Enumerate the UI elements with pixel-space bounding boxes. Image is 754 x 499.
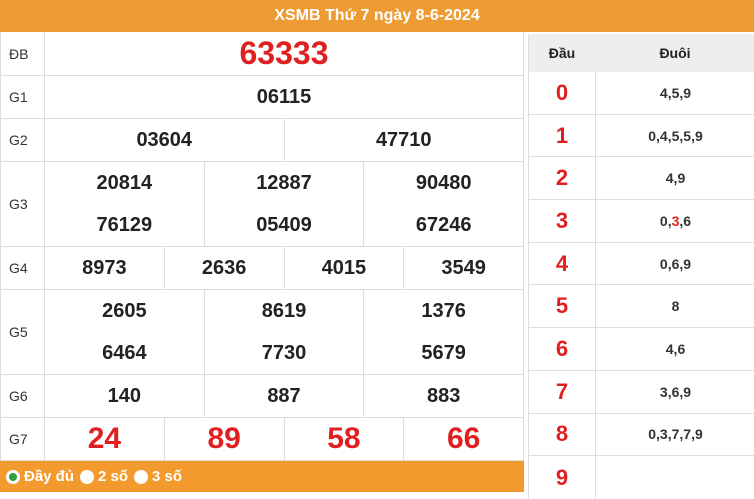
prize-value: 76129	[45, 204, 205, 246]
loto-dau: 3	[529, 200, 596, 242]
prize-row-g4: G4 8973 2636 4015 3549	[0, 247, 524, 290]
loto-dau: 0	[529, 72, 596, 114]
prize-value: 5679	[421, 341, 466, 364]
prize-value: 8973	[45, 247, 165, 289]
prize-row-g6: G6 140 887 883	[0, 375, 524, 418]
prize-label: G7	[1, 418, 45, 460]
display-options: Đầy đủ 2 số 3 số	[0, 461, 524, 492]
prize-value: 24	[45, 418, 165, 460]
loto-header: Đầu Đuôi	[529, 34, 754, 72]
loto-duoi: 4,5,9	[659, 84, 692, 101]
duoi-highlight: 3	[671, 212, 680, 229]
prize-value: 20814	[45, 162, 205, 204]
prize-label: G5	[1, 290, 45, 374]
duoi-part: 0,	[659, 212, 672, 229]
loto-row: 5 8	[529, 285, 754, 329]
prize-row-db: ĐB 63333	[0, 32, 524, 76]
loto-dau: 2	[529, 157, 596, 200]
loto-row: 1 0,4,5,5,9	[529, 114, 754, 158]
prize-row-g7: G7 24 89 58 66	[0, 418, 524, 461]
loto-table: Đầu Đuôi 0 4,5,9 1 0,4,5,5,9 2 4,9 3 0, 3…	[528, 34, 754, 499]
result-title: XSMB Thứ 7 ngày 8-6-2024	[0, 0, 754, 32]
prize-row-g1: G1 06115	[0, 76, 524, 119]
header-duoi: Đuôi	[659, 45, 691, 61]
prize-value: 2636	[165, 247, 285, 289]
loto-dau: 9	[529, 456, 596, 499]
prize-label: G2	[1, 119, 45, 161]
loto-dau: 4	[529, 242, 596, 285]
loto-row: 7 3,6,9	[529, 370, 754, 414]
radio-icon[interactable]	[80, 469, 95, 484]
prize-value: 90480	[415, 171, 472, 194]
lottery-result-widget: XSMB Thứ 7 ngày 8-6-2024 ĐB 63333 G1 061…	[0, 0, 754, 499]
prize-value: 06115	[256, 85, 312, 108]
loto-dau: 6	[529, 328, 596, 370]
prize-label: G1	[1, 76, 45, 118]
loto-duoi: 0,3,7,7,9	[648, 426, 703, 443]
prize-value: 03604	[45, 119, 285, 161]
loto-dau: 8	[529, 413, 596, 456]
prize-value: 89	[165, 418, 285, 460]
radio-selected-icon[interactable]	[6, 469, 20, 484]
prize-value: 47710	[375, 128, 432, 151]
prize-value: 1376	[421, 299, 466, 322]
loto-dau: 7	[529, 370, 596, 413]
prize-value: 887	[205, 375, 365, 417]
loto-row: 0 4,5,9	[529, 72, 754, 115]
prize-value: 883	[426, 384, 461, 407]
loto-duoi: 4,9	[665, 170, 686, 187]
header-dau: Đầu	[548, 45, 576, 61]
option-3-digits[interactable]: 3 số	[134, 468, 182, 485]
prize-row-g2: G2 03604 47710	[0, 119, 524, 162]
prize-value: 8619	[205, 290, 365, 332]
radio-icon[interactable]	[134, 469, 149, 484]
prize-value: 140	[45, 375, 205, 417]
option-label: Đầy đủ	[24, 468, 75, 485]
loto-duoi: 3,6,9	[659, 383, 692, 400]
duoi-part: ,6	[679, 212, 692, 229]
loto-duoi: 0,4,5,5,9	[648, 127, 703, 144]
loto-row: 2 4,9	[529, 157, 754, 201]
prize-value: 58	[285, 418, 405, 460]
loto-duoi: 8	[671, 298, 680, 315]
option-2-digits[interactable]: 2 số	[80, 468, 128, 485]
prize-value: 12887	[205, 162, 365, 204]
prize-label: ĐB	[1, 32, 45, 75]
loto-duoi	[596, 456, 754, 499]
prize-value: 63333	[239, 35, 329, 71]
prize-value: 2605	[45, 290, 205, 332]
loto-dau: 1	[529, 114, 596, 157]
option-label: 2 số	[98, 468, 129, 485]
prize-label: G4	[1, 247, 45, 289]
prize-value: 67246	[415, 213, 472, 236]
option-label: 3 số	[152, 468, 183, 485]
loto-duoi: 0,6,9	[659, 255, 692, 272]
loto-row: 4 0,6,9	[529, 242, 754, 286]
loto-dau: 5	[529, 285, 596, 328]
prize-value: 6464	[45, 332, 205, 374]
prize-value: 05409	[205, 204, 365, 246]
prize-label: G3	[1, 162, 45, 246]
loto-row: 6 4,6	[529, 328, 754, 371]
prize-row-g5: G5 2605 8619 1376 6464 7730 5679	[0, 290, 524, 375]
prize-value: 7730	[205, 332, 365, 374]
prize-row-g3: G3 20814 12887 90480 76129 05409 67246	[0, 162, 524, 247]
prize-value: 66	[446, 422, 481, 455]
option-full[interactable]: Đầy đủ	[6, 468, 74, 485]
loto-duoi: 0, 3,6	[596, 200, 754, 242]
loto-duoi: 4,6	[665, 340, 686, 357]
prize-value: 3549	[441, 256, 486, 279]
loto-row: 3 0, 3,6	[529, 200, 754, 243]
loto-row: 9	[529, 456, 754, 499]
loto-row: 8 0,3,7,7,9	[529, 413, 754, 457]
prize-label: G6	[1, 375, 45, 417]
prize-table: ĐB 63333 G1 06115 G2 03604 47710 G3 2081…	[0, 32, 524, 461]
prize-value: 4015	[285, 247, 405, 289]
